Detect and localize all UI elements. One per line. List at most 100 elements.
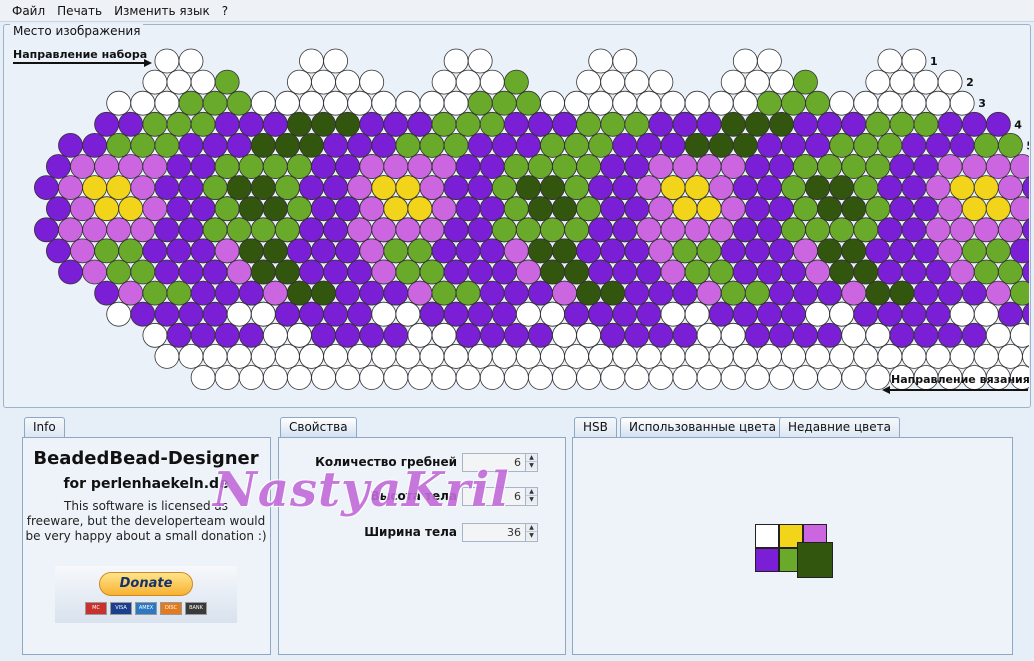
- bead[interactable]: [732, 343, 758, 369]
- bead[interactable]: [986, 111, 1011, 137]
- bead[interactable]: [708, 175, 734, 201]
- bead[interactable]: [503, 238, 529, 264]
- bead[interactable]: [118, 280, 144, 306]
- bead[interactable]: [841, 365, 867, 390]
- bead[interactable]: [600, 111, 626, 137]
- bead[interactable]: [805, 217, 830, 243]
- bead[interactable]: [250, 217, 276, 243]
- bead[interactable]: [431, 196, 457, 222]
- bead[interactable]: [684, 343, 710, 369]
- bead[interactable]: [202, 343, 228, 369]
- bead[interactable]: [178, 90, 204, 116]
- bead[interactable]: [250, 301, 276, 327]
- bead[interactable]: [576, 196, 601, 222]
- bead[interactable]: [769, 196, 794, 222]
- bead[interactable]: [913, 154, 939, 179]
- bead[interactable]: [190, 154, 216, 179]
- bead[interactable]: [214, 154, 240, 179]
- bead[interactable]: [94, 196, 119, 222]
- bead[interactable]: [335, 154, 361, 179]
- bead[interactable]: [226, 217, 252, 243]
- bead[interactable]: [516, 343, 541, 369]
- bead[interactable]: [154, 301, 180, 327]
- height-spinner[interactable]: ▲▼: [462, 487, 538, 506]
- bead[interactable]: [106, 175, 132, 201]
- width-spinner[interactable]: ▲▼: [462, 523, 538, 542]
- ridges-up-icon[interactable]: ▲: [526, 454, 537, 462]
- bead[interactable]: [636, 217, 662, 243]
- bead[interactable]: [395, 343, 421, 369]
- bead[interactable]: [961, 238, 987, 264]
- bead[interactable]: [311, 238, 336, 264]
- bead[interactable]: [467, 343, 493, 369]
- bead[interactable]: [925, 90, 951, 116]
- bead[interactable]: [491, 301, 517, 327]
- bead[interactable]: [226, 301, 252, 327]
- bead[interactable]: [407, 111, 433, 137]
- bead[interactable]: [720, 69, 746, 95]
- bead[interactable]: [467, 90, 493, 116]
- bead[interactable]: [516, 259, 541, 285]
- bead[interactable]: [937, 196, 963, 222]
- bead[interactable]: [443, 301, 469, 327]
- bead[interactable]: [178, 259, 204, 285]
- bead[interactable]: [202, 133, 228, 158]
- bead[interactable]: [491, 343, 517, 369]
- bead[interactable]: [998, 259, 1023, 285]
- bead[interactable]: [431, 280, 457, 306]
- bead[interactable]: [949, 301, 975, 327]
- bead[interactable]: [684, 259, 710, 285]
- bead[interactable]: [431, 365, 457, 390]
- bead[interactable]: [238, 196, 264, 222]
- bead[interactable]: [684, 90, 710, 116]
- bead[interactable]: [889, 322, 915, 348]
- bead[interactable]: [865, 69, 891, 95]
- bead[interactable]: [190, 196, 216, 222]
- bead[interactable]: [829, 175, 855, 201]
- bead[interactable]: [624, 111, 650, 137]
- bead[interactable]: [913, 280, 939, 306]
- bead[interactable]: [70, 154, 95, 179]
- bead[interactable]: [359, 69, 385, 95]
- bead[interactable]: [516, 175, 541, 201]
- bead[interactable]: [865, 196, 891, 222]
- bead[interactable]: [985, 322, 1011, 348]
- bead[interactable]: [937, 154, 963, 179]
- bead[interactable]: [516, 90, 541, 116]
- bead[interactable]: [202, 90, 228, 116]
- bead[interactable]: [781, 175, 806, 201]
- bead[interactable]: [118, 196, 144, 222]
- bead[interactable]: [829, 259, 855, 285]
- bead[interactable]: [130, 90, 156, 116]
- bead[interactable]: [190, 238, 216, 264]
- bead[interactable]: [600, 322, 626, 348]
- bead[interactable]: [684, 175, 710, 201]
- bead[interactable]: [576, 154, 601, 179]
- bead[interactable]: [431, 111, 457, 137]
- bead[interactable]: [166, 111, 192, 137]
- bead[interactable]: [696, 196, 722, 222]
- bead[interactable]: [1022, 176, 1033, 200]
- bead[interactable]: [383, 280, 409, 306]
- bead[interactable]: [877, 133, 903, 158]
- bead[interactable]: [564, 175, 589, 201]
- bead[interactable]: [937, 69, 963, 95]
- bead[interactable]: [793, 196, 818, 222]
- bead[interactable]: [214, 322, 240, 348]
- bead[interactable]: [142, 238, 168, 264]
- bead[interactable]: [588, 217, 614, 243]
- bead[interactable]: [262, 196, 288, 222]
- bead[interactable]: [913, 69, 939, 95]
- bead[interactable]: [82, 259, 107, 285]
- bead[interactable]: [961, 111, 987, 137]
- bead[interactable]: [877, 259, 903, 285]
- bead[interactable]: [274, 133, 300, 158]
- bead[interactable]: [552, 196, 577, 222]
- bead[interactable]: [142, 111, 168, 137]
- bead[interactable]: [744, 322, 770, 348]
- bead[interactable]: [178, 301, 204, 327]
- bead[interactable]: [323, 48, 349, 74]
- bead[interactable]: [901, 133, 927, 158]
- bead[interactable]: [793, 69, 818, 95]
- bead[interactable]: [407, 280, 433, 306]
